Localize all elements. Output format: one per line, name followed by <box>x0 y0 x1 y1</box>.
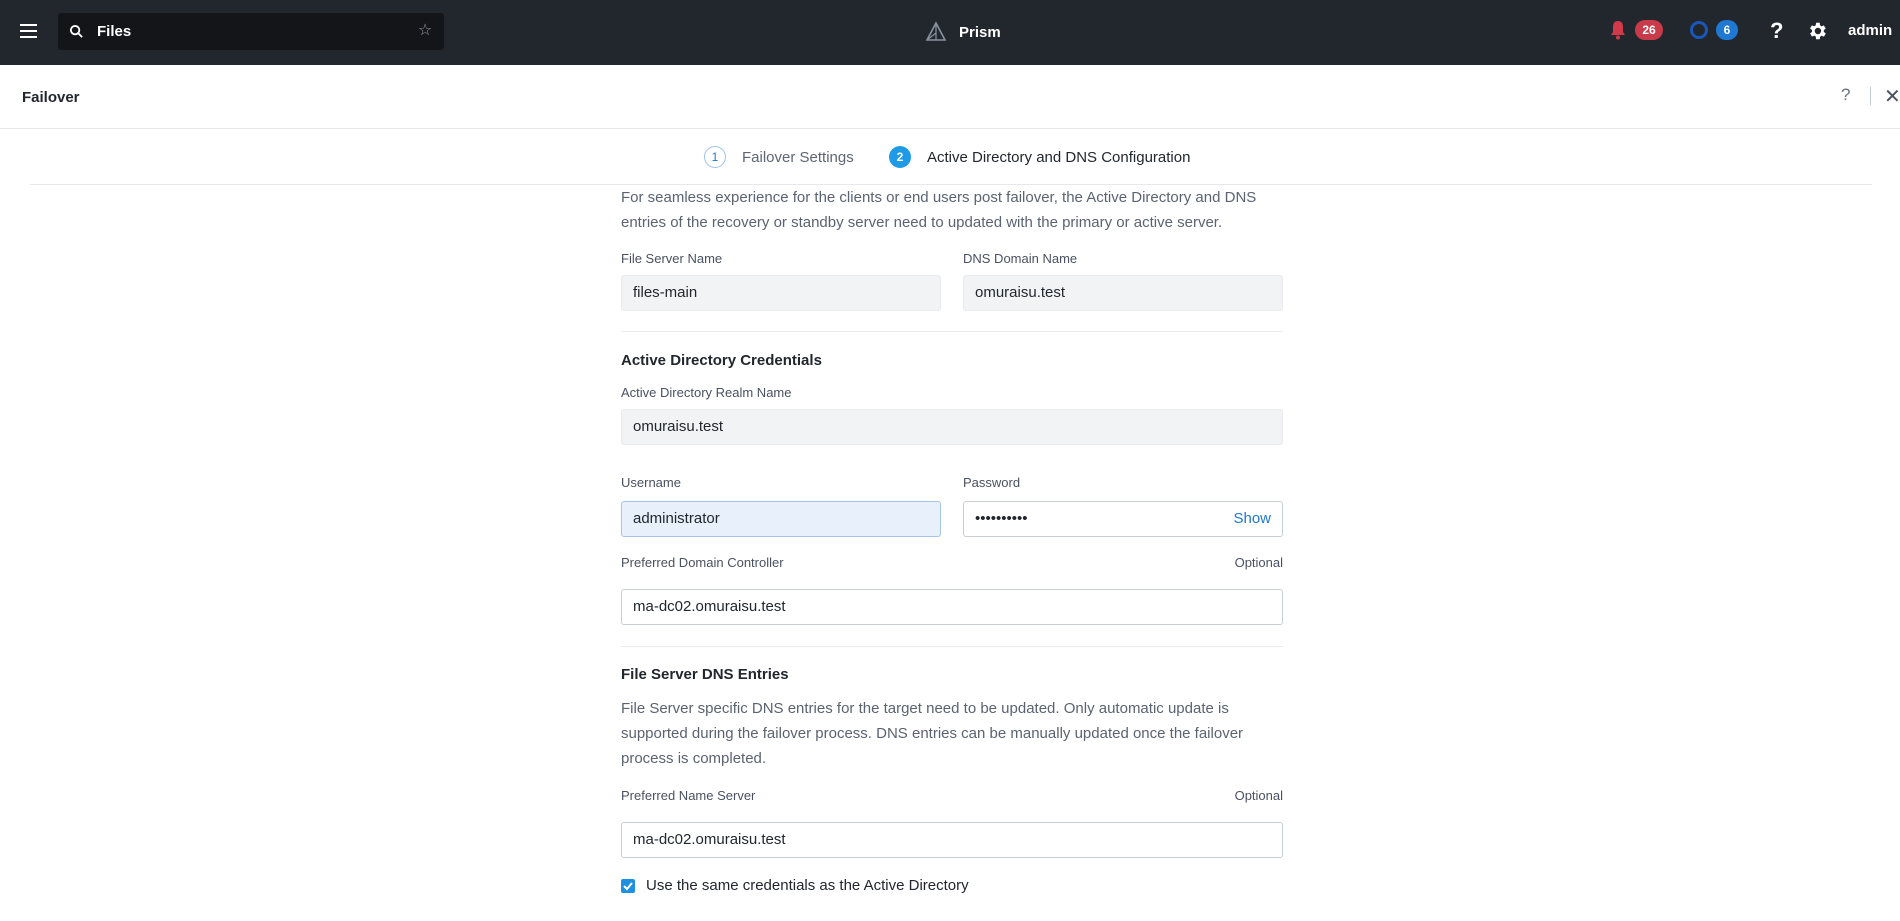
user-menu[interactable]: admin <box>1848 22 1892 39</box>
dns-entries-title: File Server DNS Entries <box>621 666 789 683</box>
preferred-dc-input[interactable]: ma-dc02.omuraisu.test <box>621 589 1283 625</box>
step-failover-settings[interactable]: 1 Failover Settings <box>704 146 854 168</box>
app-brand[interactable]: Prism <box>925 20 1001 44</box>
ad-realm-label: Active Directory Realm Name <box>621 385 792 400</box>
gear-icon[interactable] <box>1806 20 1828 42</box>
file-server-name-label: File Server Name <box>621 251 723 266</box>
ad-realm-field[interactable]: omuraisu.test <box>621 409 1283 445</box>
step-number: 2 <box>889 146 911 168</box>
step-label: Failover Settings <box>742 148 854 166</box>
divider <box>621 646 1283 647</box>
preferred-dc-optional: Optional <box>1234 555 1283 570</box>
close-icon[interactable]: ✕ <box>1884 84 1900 109</box>
preferred-ns-optional: Optional <box>1234 788 1283 803</box>
password-label: Password <box>963 475 1021 490</box>
password-input[interactable]: •••••••••• Show <box>963 501 1283 537</box>
checkbox-checked-icon <box>623 882 633 891</box>
alerts-count-badge: 26 <box>1635 20 1663 40</box>
header-divider <box>1870 87 1871 105</box>
same-credentials-checkbox[interactable] <box>621 879 635 893</box>
modal-title: Failover <box>22 89 80 106</box>
search-box[interactable]: Files ☆ <box>58 13 444 50</box>
password-value: •••••••••• <box>975 510 1028 527</box>
dns-entries-desc: File Server specific DNS entries for the… <box>621 700 1244 767</box>
search-icon <box>69 24 83 38</box>
search-input[interactable]: Files <box>97 23 131 40</box>
prism-logo-icon <box>925 21 947 41</box>
tasks-button[interactable]: 6 <box>1690 20 1738 40</box>
ad-credentials-title: Active Directory Credentials <box>621 352 822 369</box>
app-name: Prism <box>959 23 1001 41</box>
preferred-ns-input[interactable]: ma-dc02.omuraisu.test <box>621 822 1283 858</box>
modal-help-icon[interactable]: ? <box>1841 85 1850 105</box>
username-label: Username <box>621 475 681 490</box>
intro-text: For seamless experience for the clients … <box>621 189 1257 231</box>
step-label: Active Directory and DNS Configuration <box>927 148 1191 166</box>
top-nav-bar: Files ☆ Prism 26 6 ? admin <box>0 0 1900 65</box>
menu-icon[interactable] <box>18 20 40 42</box>
preferred-ns-label: Preferred Name Server <box>621 788 756 803</box>
file-server-name-field[interactable]: files-main <box>621 275 941 311</box>
dns-domain-name-field[interactable]: omuraisu.test <box>963 275 1283 311</box>
tasks-count-badge: 6 <box>1716 20 1738 40</box>
modal-header: Failover ? ✕ <box>0 65 1900 129</box>
username-input[interactable]: administrator <box>621 501 941 537</box>
wizard-steps: 1 Failover Settings 2 Active Directory a… <box>30 129 1872 185</box>
show-password-button[interactable]: Show <box>1233 502 1271 536</box>
star-icon[interactable]: ☆ <box>416 22 434 40</box>
divider <box>621 331 1283 332</box>
same-credentials-label[interactable]: Use the same credentials as the Active D… <box>646 877 969 894</box>
dns-domain-name-label: DNS Domain Name <box>963 251 1078 266</box>
step-number: 1 <box>704 146 726 168</box>
preferred-dc-label: Preferred Domain Controller <box>621 555 784 570</box>
tasks-ring-icon <box>1690 21 1708 39</box>
bell-icon <box>1611 21 1625 40</box>
alerts-button[interactable]: 26 <box>1609 20 1663 40</box>
step-ad-dns-config[interactable]: 2 Active Directory and DNS Configuration <box>889 146 1190 168</box>
help-icon[interactable]: ? <box>1770 18 1783 44</box>
